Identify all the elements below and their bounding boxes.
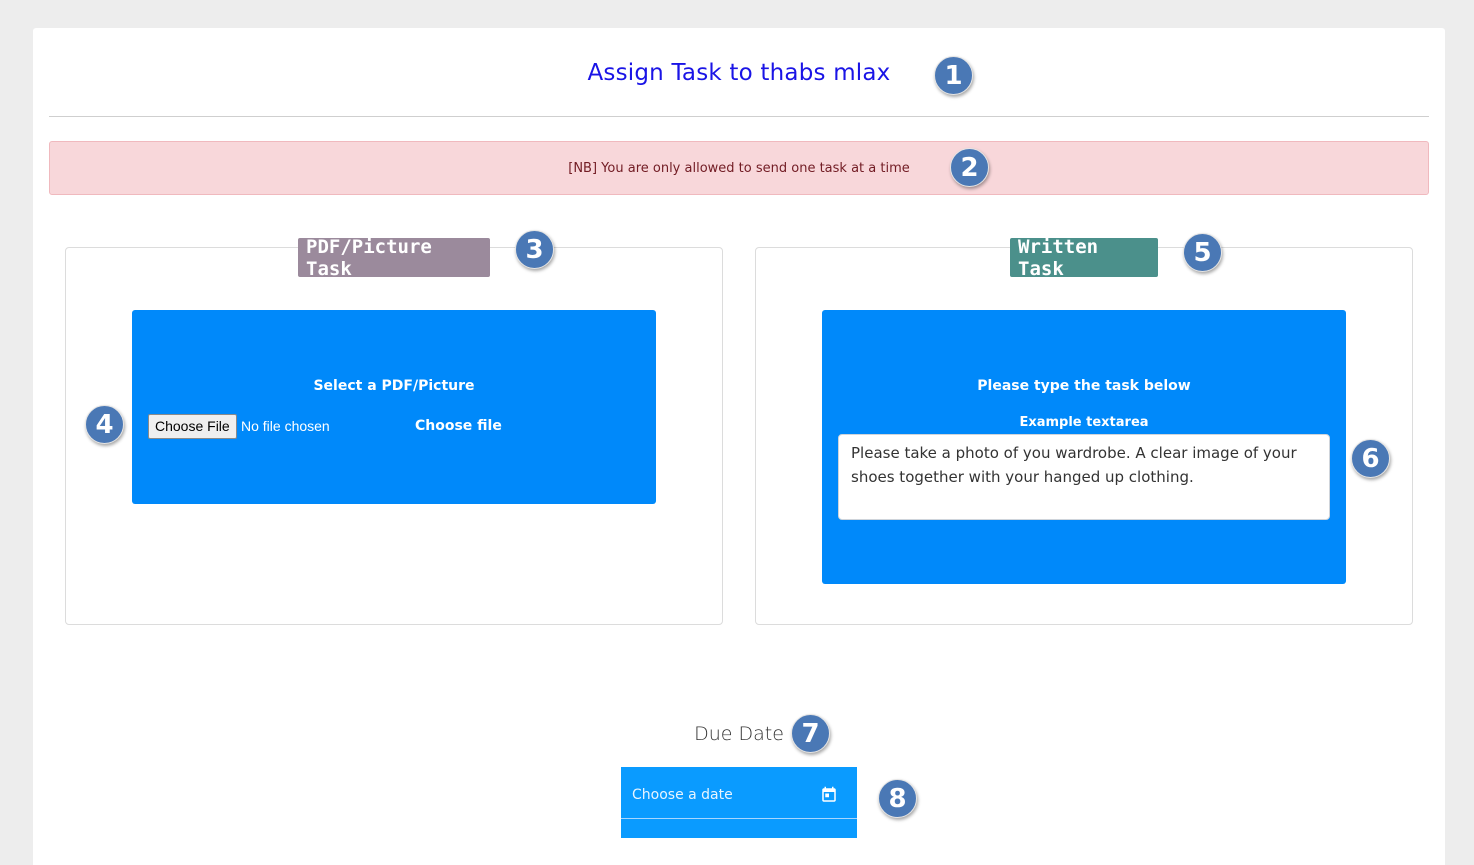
- pdf-task-chip: PDF/Picture Task: [298, 236, 490, 280]
- file-status-text: No file chosen: [241, 418, 330, 434]
- date-picker-field[interactable]: Choose a date: [621, 767, 857, 838]
- date-underline: [621, 818, 857, 819]
- annotation-marker-8: 8: [878, 779, 917, 818]
- written-task-chip: Written Task: [1010, 236, 1158, 280]
- pdf-upload-heading: Select a PDF/Picture: [313, 378, 475, 394]
- alert-text: [NB] You are only allowed to send one ta…: [568, 160, 910, 176]
- date-placeholder: Choose a date: [632, 787, 733, 803]
- annotation-marker-6: 6: [1351, 439, 1390, 478]
- page-title: Assign Task to thabs mlax: [587, 60, 891, 86]
- choose-file-label[interactable]: Choose file: [415, 418, 502, 434]
- annotation-marker-4: 4: [85, 405, 124, 444]
- task-textarea[interactable]: Please take a photo of you wardrobe. A c…: [838, 434, 1330, 520]
- title-divider: [49, 116, 1429, 117]
- annotation-marker-5: 5: [1183, 233, 1222, 272]
- alert-banner: [NB] You are only allowed to send one ta…: [49, 141, 1429, 195]
- annotation-marker-2: 2: [950, 148, 989, 187]
- written-task-heading: Please type the task below: [977, 378, 1191, 394]
- textarea-label: Example textarea: [1019, 415, 1149, 430]
- annotation-marker-1: 1: [934, 56, 973, 95]
- due-date-label: Due Date: [694, 723, 784, 745]
- annotation-marker-7: 7: [791, 714, 830, 753]
- written-task-box: Please type the task below Example texta…: [822, 310, 1346, 584]
- pdf-upload-box: Select a PDF/Picture Choose File No file…: [132, 310, 656, 504]
- annotation-marker-3: 3: [515, 230, 554, 269]
- choose-file-button[interactable]: Choose File: [148, 414, 237, 439]
- calendar-icon[interactable]: [820, 786, 838, 804]
